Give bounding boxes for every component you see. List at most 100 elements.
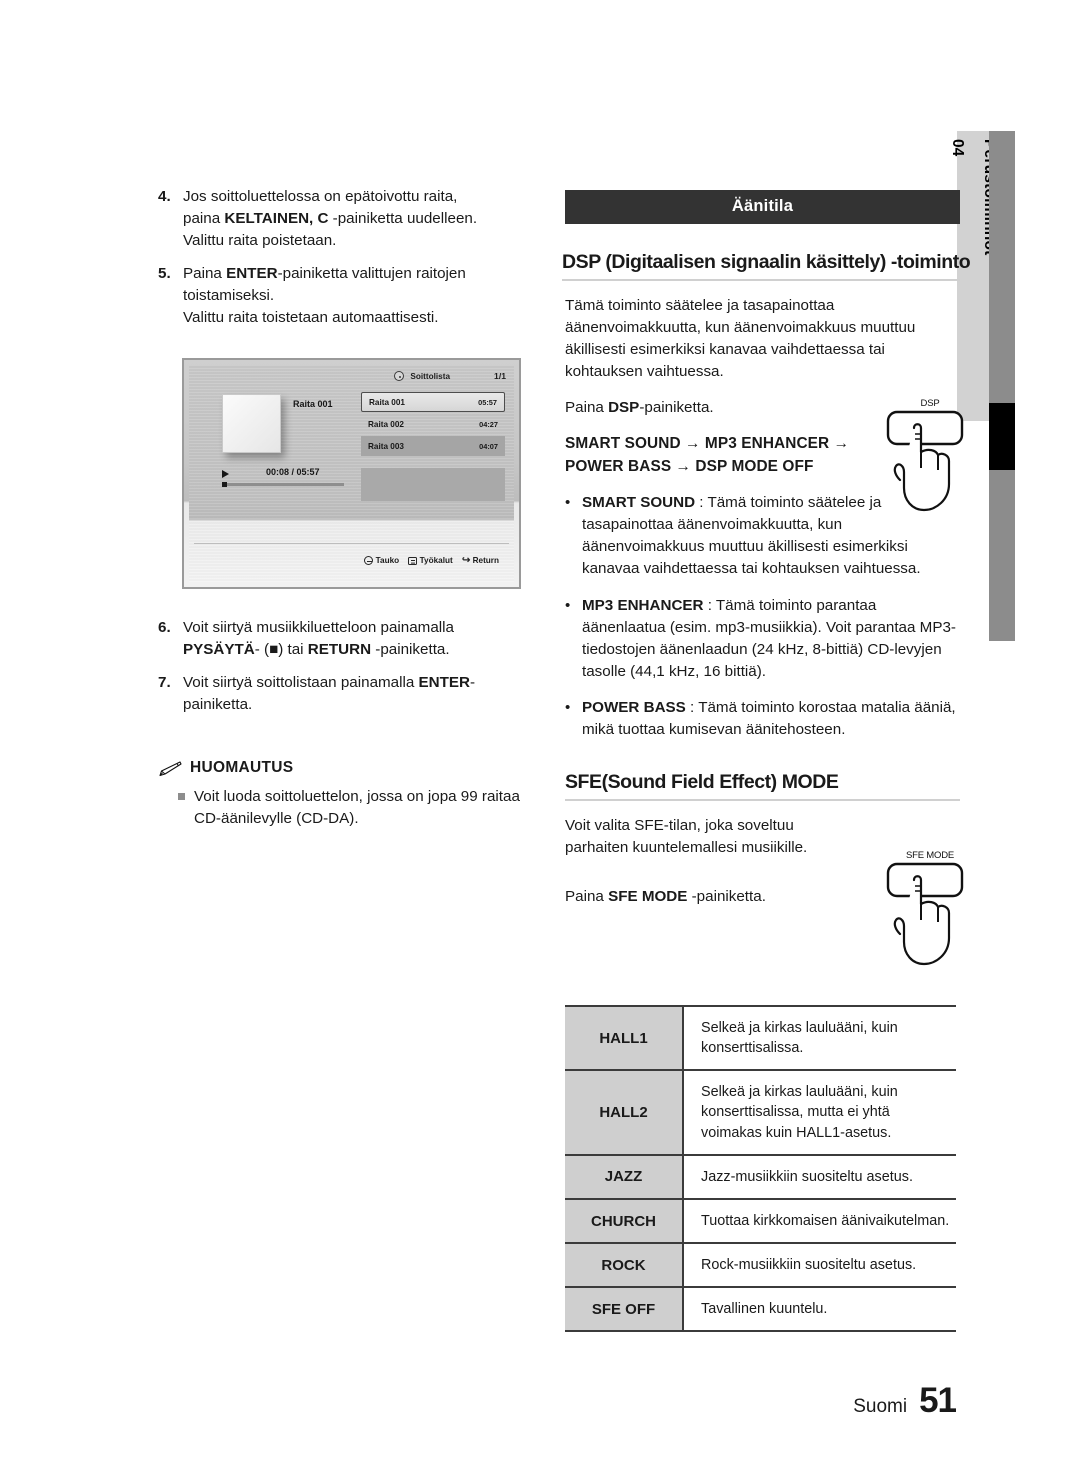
- right-column: Äänitila DSP (Digitaalisen signaalin käs…: [562, 190, 971, 908]
- footer-button-label: Return: [472, 556, 499, 565]
- section-title-bar: Äänitila: [565, 190, 960, 224]
- play-icon: [222, 470, 229, 478]
- sfe-mode-description: Selkeä ja kirkas lauluääni, kuin konsert…: [683, 1070, 956, 1156]
- sfe-mode-description: Tavallinen kuuntelu.: [701, 1301, 828, 1318]
- dsp-button-illustration: DSP: [884, 398, 976, 516]
- track-time: 05:57: [478, 397, 497, 407]
- dsp-button-caption: DSP: [920, 398, 940, 409]
- player-page-indicator: 1/1: [494, 371, 506, 381]
- footer-button-label: Tauko: [375, 556, 400, 565]
- press-button-name: SFE MODE: [608, 887, 688, 905]
- sfe-mode-name: CHURCH: [565, 1198, 684, 1245]
- track-row[interactable]: Raita 001 05:57: [361, 392, 505, 412]
- bullet-separator: :: [695, 494, 708, 512]
- player-footer: Tauko Työkalut ↩ Return: [194, 543, 509, 577]
- dsp-heading: DSP (Digitaalisen signaalin käsittely) -…: [562, 251, 971, 281]
- step-line: Voit siirtyä soittolistaan painamalla: [183, 674, 419, 692]
- footer-button-return[interactable]: ↩ Return: [461, 554, 499, 566]
- step-emphasis: ENTER: [418, 674, 471, 692]
- step-line: toistamiseksi.: [183, 287, 275, 305]
- step-number: 5.: [158, 265, 171, 283]
- track-row[interactable]: Raita 002 04:27: [361, 414, 505, 434]
- dsp-bullet-power-bass: • POWER BASS : Tämä toiminto korostaa ma…: [565, 697, 960, 741]
- table-row: JAZZ Jazz-musiikkiin suositeltu asetus.: [565, 1154, 956, 1200]
- note-title: HUOMAUTUS: [190, 759, 294, 777]
- hand-pressing-dsp-icon: [886, 410, 964, 512]
- left-column-lower: 6. Voit siirtyä musiikkiluetteloon paina…: [158, 617, 528, 830]
- bullet-icon: •: [565, 596, 571, 614]
- table-row: SFE OFF Tavallinen kuuntelu.: [565, 1287, 956, 1332]
- chapter-tab: 04 Perustoiminnot: [949, 131, 998, 421]
- now-playing-label: Raita 001: [293, 399, 333, 409]
- pencil-icon: [159, 761, 182, 776]
- sfe-mode-description: Jazz-musiikkiin suositeltu asetus.: [683, 1154, 956, 1200]
- sfe-mode-description: Selkeä ja kirkas lauluääni, kuin konsert…: [683, 1006, 956, 1072]
- return-icon: ↩: [461, 554, 471, 566]
- press-suffix: -painiketta.: [639, 399, 714, 417]
- player-title: Soittolista: [410, 371, 450, 381]
- step-line: Paina: [183, 265, 227, 283]
- press-prefix: Paina: [565, 887, 609, 905]
- step-line: paina: [183, 210, 225, 228]
- track-row[interactable]: Raita 003 04:07: [361, 436, 505, 456]
- bullet-separator: :: [685, 698, 699, 716]
- left-column: 4. Jos soittoluettelossa on epätoivottu …: [158, 186, 523, 340]
- note-bullet-icon: [178, 793, 185, 801]
- chapter-number: 04: [949, 139, 966, 157]
- step-text: Voit siirtyä soittolistaan painamalla EN…: [183, 672, 528, 716]
- hand-pressing-sfe-mode-icon: [886, 862, 964, 966]
- footer-button-tools[interactable]: Työkalut: [408, 556, 453, 565]
- sfe-mode-name: SFE OFF: [565, 1287, 684, 1332]
- step-emphasis: PYSÄYTÄ: [183, 641, 255, 659]
- step-line: -painiketta valittujen raitojen: [277, 265, 466, 283]
- bullet-term: MP3 ENHANCER: [582, 596, 704, 614]
- step-line: - (■) tai: [254, 641, 308, 659]
- step-text: Jos soittoluettelossa on epätoivottu rai…: [183, 186, 523, 252]
- step-line: -painiketta.: [371, 641, 450, 659]
- dsp-chain-line: POWER BASS → DSP MODE OFF: [565, 458, 814, 476]
- enter-icon: [364, 556, 374, 565]
- step-line: Voit siirtyä musiikkiluetteloon painamal…: [183, 619, 454, 636]
- step-subnote: Valittu raita toistetaan automaattisesti…: [183, 309, 439, 327]
- sfe-mode-table: HALL1 Selkeä ja kirkas lauluääni, kuin k…: [565, 1005, 956, 1333]
- bullet-text: MP3 ENHANCER : Tämä toiminto parantaa ää…: [582, 595, 960, 683]
- step-line: -: [470, 674, 476, 692]
- disc-icon: [394, 371, 405, 381]
- bullet-icon: •: [565, 494, 571, 512]
- track-name: Raita 003: [368, 441, 404, 451]
- note-heading: HUOMAUTUS: [158, 759, 528, 777]
- footer-language: Suomi: [853, 1396, 908, 1417]
- track-name: Raita 001: [369, 397, 405, 407]
- dsp-bullet-mp3-enhancer: • MP3 ENHANCER : Tämä toiminto parantaa …: [565, 595, 960, 683]
- bullet-text: POWER BASS : Tämä toiminto korostaa mata…: [582, 697, 960, 741]
- progress-time: 00:08 / 05:57: [266, 467, 320, 477]
- sfe-mode-name: JAZZ: [565, 1154, 684, 1200]
- tools-icon: [408, 556, 418, 565]
- step-emphasis: KELTAINEN, C: [224, 210, 329, 228]
- sfe-mode-button-illustration: SFE MODE: [884, 850, 976, 972]
- progress-track[interactable]: [222, 483, 344, 486]
- sfe-mode-description: Tuottaa kirkkomaisen äänivaikutelman.: [683, 1198, 956, 1245]
- table-row: CHURCH Tuottaa kirkkomaisen äänivaikutel…: [565, 1198, 956, 1245]
- table-row: ROCK Rock-musiikkiin suositeltu asetus.: [565, 1243, 956, 1289]
- press-button-name: DSP: [608, 399, 640, 417]
- track-name: Raita 002: [368, 419, 404, 429]
- bullet-icon: •: [565, 698, 571, 716]
- page-footer: Suomi 51: [853, 1381, 957, 1421]
- bullet-separator: :: [703, 596, 716, 614]
- player-placeholder-panel: [361, 468, 505, 501]
- player-screenshot-illustration: Soittolista 1/1 Raita 001 Raita 001 05:5…: [182, 358, 521, 589]
- bullet-term: POWER BASS: [582, 698, 686, 716]
- step-4: 4. Jos soittoluettelossa on epätoivottu …: [158, 186, 523, 252]
- step-7: 7. Voit siirtyä soittolistaan painamalla…: [158, 672, 528, 716]
- footer-button-pause[interactable]: Tauko: [364, 556, 399, 565]
- progress-handle[interactable]: [222, 482, 227, 487]
- dsp-intro: Tämä toiminto säätelee ja tasapainottaa …: [565, 297, 916, 381]
- step-line: -painiketta uudelleen.: [328, 210, 478, 228]
- sfe-intro: Voit valita SFE-tilan, joka soveltuu par…: [565, 816, 808, 856]
- manual-page: 04 Perustoiminnot 4. Jos soittoluettelos…: [0, 0, 1080, 1479]
- press-suffix: -painiketta.: [687, 887, 766, 905]
- step-number: 6.: [158, 619, 171, 636]
- dsp-chain-line: SMART SOUND → MP3 ENHANCER →: [565, 435, 850, 453]
- sfe-mode-name: ROCK: [565, 1243, 684, 1289]
